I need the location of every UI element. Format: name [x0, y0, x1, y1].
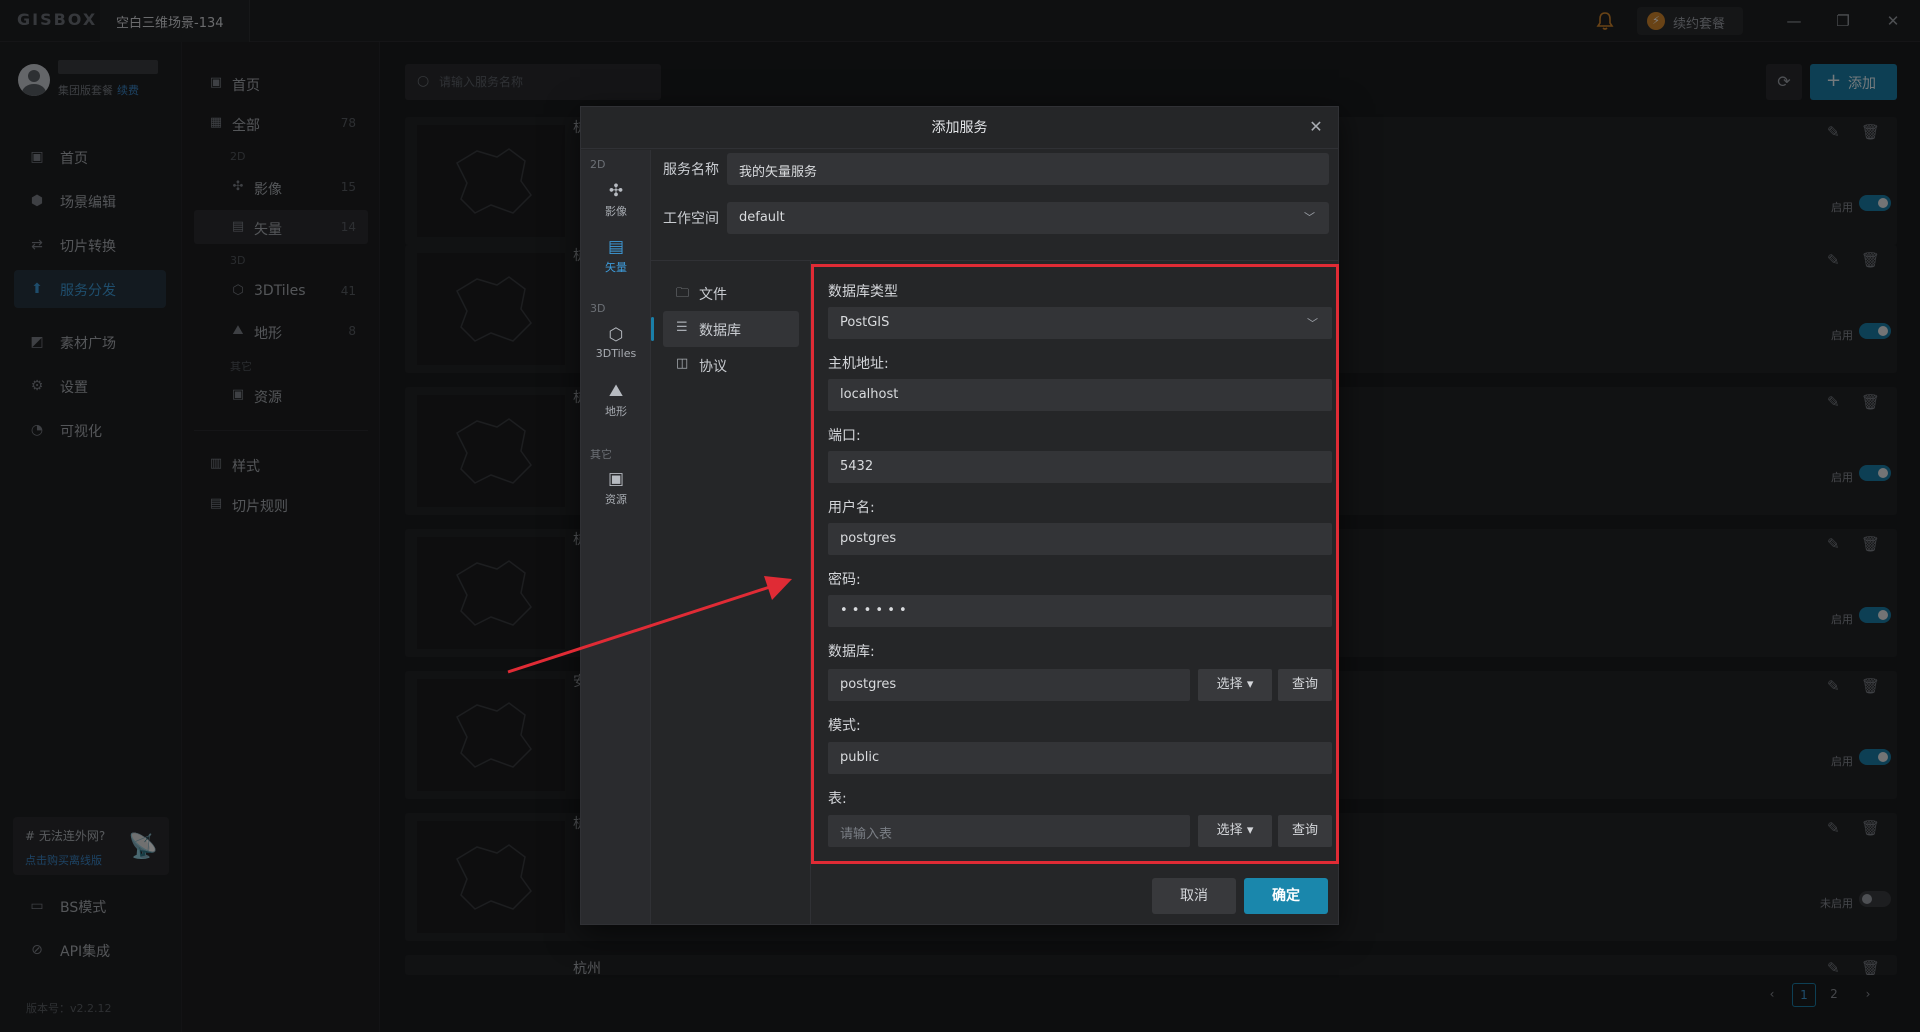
protocol-icon: ◫: [676, 356, 689, 371]
confirm-button[interactable]: 确定: [1244, 878, 1328, 914]
workspace-select[interactable]: default ﹀: [727, 202, 1329, 234]
group-label-other: 其它: [590, 448, 612, 461]
service-name-input[interactable]: 我的矢量服务: [727, 153, 1329, 185]
service-name-label: 服务名称: [663, 162, 719, 178]
service-type-rail: 2D ✣ 影像 ▤ 矢量 3D ⬡ 3DTiles ⛰ 地形 其它 ▣ 资源: [581, 150, 651, 924]
dialog-title: 添加服务: [581, 107, 1338, 149]
type-label: 地形: [605, 405, 627, 418]
source-protocol[interactable]: ◫ 协议: [663, 347, 799, 383]
folder-icon: 🗀: [676, 286, 690, 301]
workspace-value: default: [739, 210, 785, 225]
type-terrain[interactable]: ⛰ 地形: [581, 378, 651, 426]
highlight-box: [811, 264, 1339, 864]
type-label: 影像: [605, 205, 627, 218]
type-resource[interactable]: ▣ 资源: [581, 466, 651, 514]
map-grid-icon: ▤: [607, 237, 625, 257]
workspace-label: 工作空间: [663, 211, 719, 227]
service-name-value: 我的矢量服务: [739, 165, 818, 180]
group-label-3d: 3D: [590, 302, 606, 315]
close-icon[interactable]: ✕: [1306, 117, 1326, 137]
box-3d-icon: ⬡: [608, 325, 624, 345]
satellite-icon: ✣: [608, 181, 624, 201]
group-label-2d: 2D: [590, 158, 606, 171]
source-label: 协议: [699, 359, 727, 375]
cancel-button[interactable]: 取消: [1152, 878, 1236, 914]
chevron-down-icon: ﹀: [1304, 211, 1315, 224]
type-3dtiles[interactable]: ⬡ 3DTiles: [581, 322, 651, 370]
type-imagery[interactable]: ✣ 影像: [581, 178, 651, 226]
type-label: 矢量: [605, 261, 627, 274]
type-label: 资源: [605, 493, 627, 506]
database-icon: ☰: [676, 320, 688, 335]
source-file[interactable]: 🗀 文件: [663, 275, 799, 311]
mountain-icon: ⛰: [608, 381, 624, 401]
resource-icon: ▣: [607, 469, 625, 489]
type-label: 3DTiles: [595, 347, 637, 360]
source-type-nav: 🗀 文件 ☰ 数据库 ◫ 协议: [651, 261, 811, 924]
source-label: 数据库: [699, 323, 741, 339]
source-label: 文件: [699, 287, 727, 303]
type-vector[interactable]: ▤ 矢量: [581, 234, 651, 282]
source-database[interactable]: ☰ 数据库: [651, 311, 799, 347]
